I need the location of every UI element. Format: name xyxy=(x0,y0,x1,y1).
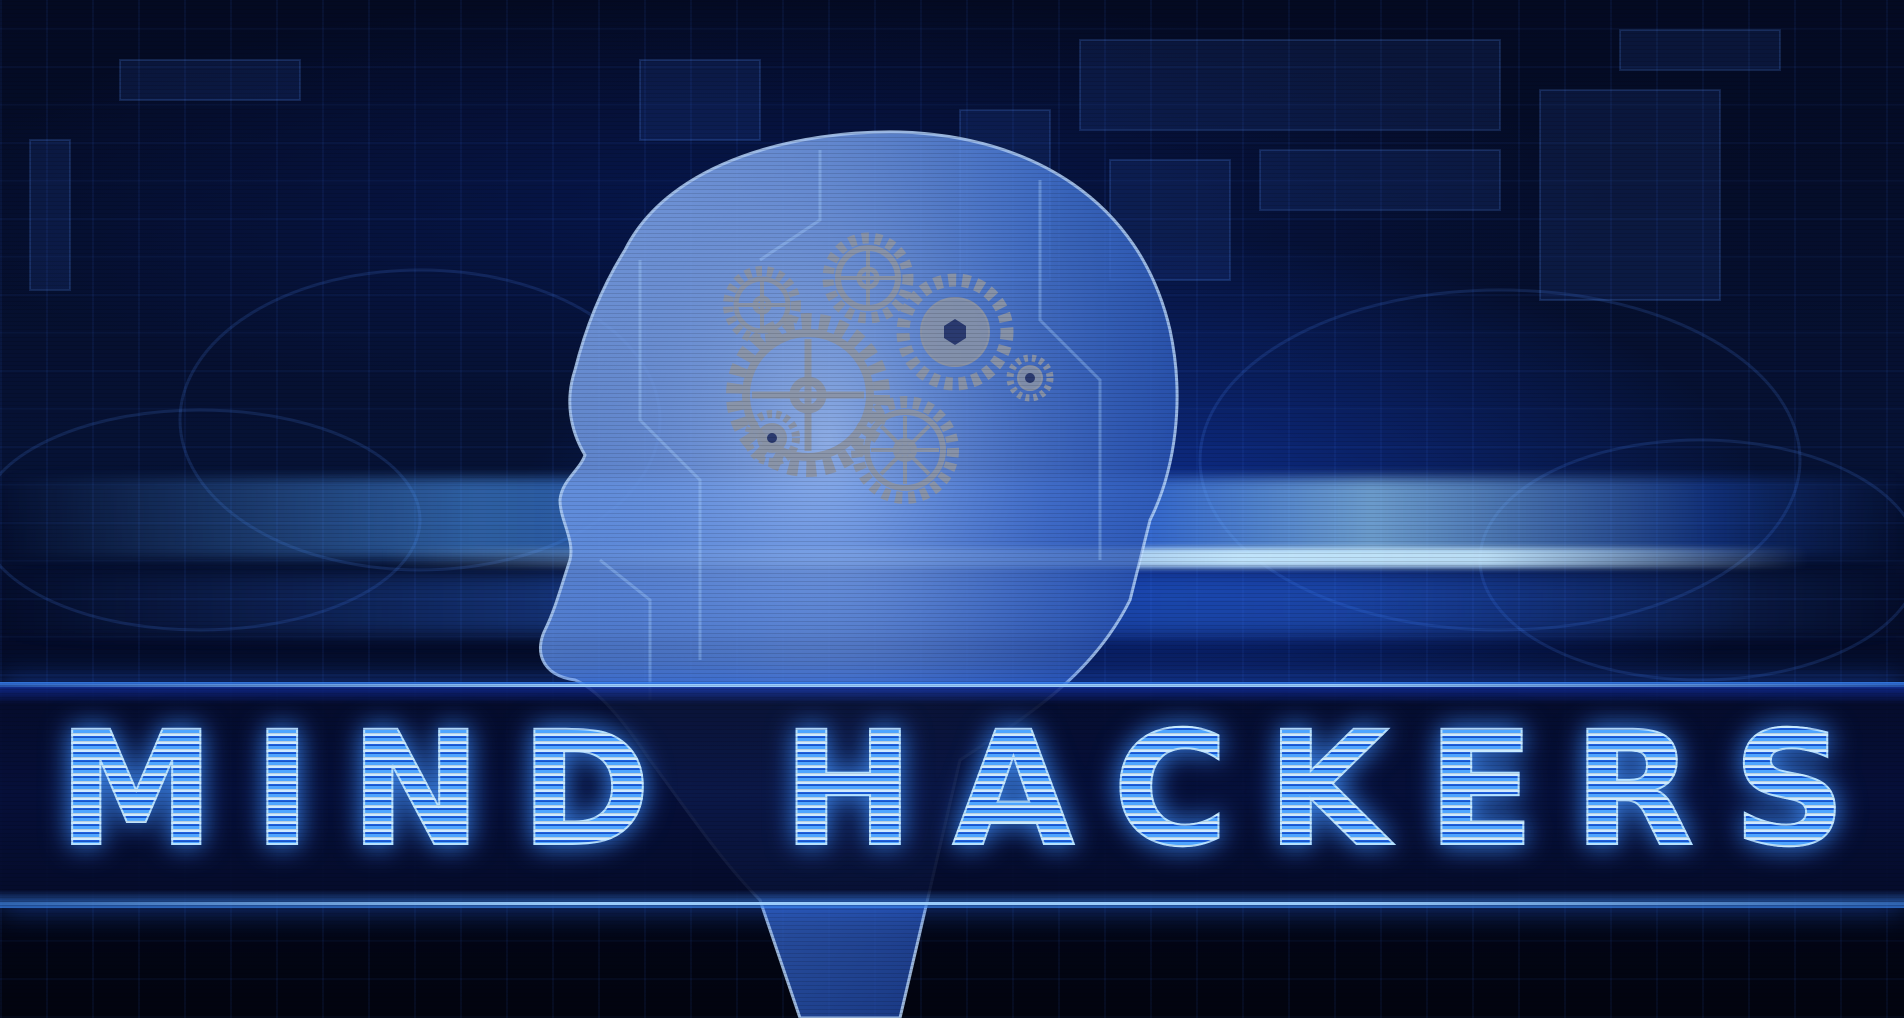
mind-hackers-artwork: MIND HACKERS xyxy=(0,0,1904,1018)
artwork-title: MIND HACKERS xyxy=(0,699,1904,881)
title-banner-bottom-line xyxy=(0,902,1904,905)
title-banner-top-line xyxy=(0,684,1904,687)
